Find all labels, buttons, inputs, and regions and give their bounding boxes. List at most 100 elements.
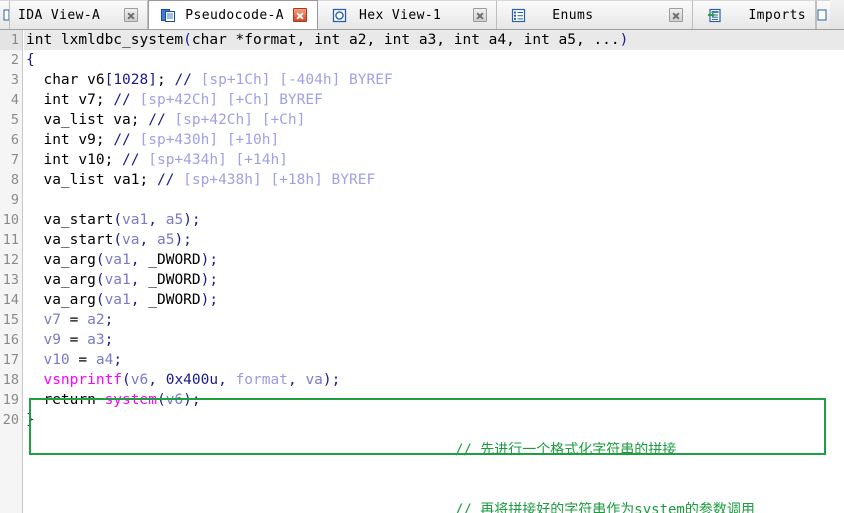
line-number: 15: [0, 310, 22, 330]
token: v9: [43, 332, 61, 348]
enums-icon: [511, 8, 526, 23]
token: a3: [87, 332, 105, 348]
annotation-comment-line: // 再将拼接好的字符串作为system的参数调用: [455, 502, 755, 513]
token: va_list va1;: [26, 172, 157, 188]
token: ,: [130, 272, 149, 288]
token: );: [322, 372, 341, 388]
token: va_arg: [26, 252, 96, 268]
token: }: [26, 412, 35, 428]
token: 1028: [113, 72, 149, 88]
code-lines[interactable]: 1 int lxmldbc_system(char *format, int a2…: [0, 30, 844, 430]
token: (: [113, 232, 123, 248]
tab-hex-view-1[interactable]: Hex View-1: [318, 0, 498, 29]
token: a4: [95, 352, 114, 368]
code-line[interactable]: 15 v7 = a2;: [0, 310, 844, 330]
token: va1: [104, 272, 131, 288]
close-icon[interactable]: [124, 8, 139, 22]
code-line[interactable]: 14 va_arg(va1, _DWORD);: [0, 290, 844, 310]
code-text: int lxmldbc_system(char *format, int a2,…: [24, 30, 844, 50]
code-line[interactable]: 10 va_start(va1, a5);: [0, 210, 844, 230]
partial-icon: [817, 9, 827, 21]
token: int v10;: [26, 152, 123, 168]
token: ,: [287, 372, 306, 388]
token: ;: [156, 72, 175, 88]
token: [sp+1Ch] [-404h] BYREF: [200, 72, 393, 88]
line-number: 4: [0, 90, 22, 110]
token: ;: [104, 332, 114, 348]
tab-imports[interactable]: Imports: [693, 0, 817, 29]
close-icon[interactable]: [669, 8, 684, 22]
token: ,: [218, 372, 236, 388]
line-number: 11: [0, 230, 22, 250]
line-number: 2: [0, 50, 22, 70]
token: vsnprintf: [43, 372, 123, 388]
token: char v6: [26, 72, 105, 88]
token: va_list va;: [26, 112, 149, 128]
partial-icon: [3, 9, 9, 21]
token: system: [104, 392, 157, 408]
token: va_start: [26, 232, 114, 248]
token: ,: [148, 212, 166, 228]
token: {: [26, 52, 35, 68]
token: (: [183, 32, 192, 48]
code-line[interactable]: 5 va_list va; // [sp+42Ch] [+Ch]: [0, 110, 844, 130]
line-number: 17: [0, 350, 22, 370]
imports-icon: [707, 8, 722, 23]
code-line[interactable]: 7 int v10; // [sp+434h] [+14h]: [0, 150, 844, 170]
code-text: int v9; // [sp+430h] [+10h]: [24, 130, 279, 150]
token: (: [95, 272, 105, 288]
token: [sp+438h] [+18h] BYREF: [183, 172, 376, 188]
close-icon[interactable]: [473, 8, 488, 22]
code-line[interactable]: 3 char v6[1028]; // [sp+1Ch] [-404h] BYR…: [0, 70, 844, 90]
code-line[interactable]: 6 int v9; // [sp+430h] [+10h]: [0, 130, 844, 150]
code-line[interactable]: 8 va_list va1; // [sp+438h] [+18h] BYREF: [0, 170, 844, 190]
token: ): [619, 32, 629, 48]
view-tab-bar[interactable]: IDA View-A Pseudocode-A Hex View-1 Enums…: [0, 0, 844, 30]
hex-view-icon: [332, 8, 347, 23]
token: int v9;: [26, 132, 114, 148]
line-number: 19: [0, 390, 22, 410]
token: lxmldbc_system: [60, 32, 184, 48]
token: v10: [43, 352, 70, 368]
code-text: va_list va1; // [sp+438h] [+18h] BYREF: [24, 170, 375, 190]
code-line[interactable]: 11 va_start(va, a5);: [0, 230, 844, 250]
token: _DWORD: [148, 272, 201, 288]
tab-ida-view-a[interactable]: IDA View-A: [10, 0, 149, 29]
code-line[interactable]: 17 v10 = a4;: [0, 350, 844, 370]
code-line[interactable]: 18 vsnprintf(v6, 0x400u, format, va);: [0, 370, 844, 390]
code-text: v9 = a3;: [24, 330, 113, 350]
line-number: 8: [0, 170, 22, 190]
token: v7: [43, 312, 61, 328]
code-line[interactable]: 9: [0, 190, 844, 210]
code-line[interactable]: 4 int v7; // [sp+42Ch] [+Ch] BYREF: [0, 90, 844, 110]
token: //: [148, 112, 175, 128]
token: [sp+434h] [+14h]: [148, 152, 288, 168]
code-line[interactable]: 13 va_arg(va1, _DWORD);: [0, 270, 844, 290]
token: [sp+42Ch] [+Ch] BYREF: [139, 92, 323, 108]
token: =: [60, 332, 88, 348]
annotation-comments: // 先进行一个格式化字符串的拼接 // 再将拼接好的字符串作为system的参…: [455, 400, 755, 513]
token: a5: [165, 212, 184, 228]
tab-enums[interactable]: Enums: [497, 0, 694, 29]
code-line[interactable]: 2{: [0, 50, 844, 70]
close-icon-active[interactable]: [293, 8, 308, 22]
code-line[interactable]: 12 va_arg(va1, _DWORD);: [0, 250, 844, 270]
tab-label: Imports: [748, 7, 807, 23]
line-number: 16: [0, 330, 22, 350]
line-number: 14: [0, 290, 22, 310]
code-text: va_start(va, a5);: [24, 230, 191, 250]
code-text: char v6[1028]; // [sp+1Ch] [-404h] BYREF: [24, 70, 393, 90]
tab-pseudocode-a[interactable]: Pseudocode-A: [148, 0, 319, 29]
token: );: [200, 292, 219, 308]
token: format: [235, 372, 288, 388]
token: //: [113, 132, 140, 148]
token: ,: [148, 372, 166, 388]
code-text: int v10; // [sp+434h] [+14h]: [24, 150, 288, 170]
pseudocode-editor[interactable]: 1 int lxmldbc_system(char *format, int a2…: [0, 30, 844, 513]
code-text: return system(v6);: [24, 390, 200, 410]
token: //: [174, 72, 201, 88]
code-line[interactable]: 16 v9 = a3;: [0, 330, 844, 350]
code-line[interactable]: 1 int lxmldbc_system(char *format, int a2…: [0, 30, 844, 50]
